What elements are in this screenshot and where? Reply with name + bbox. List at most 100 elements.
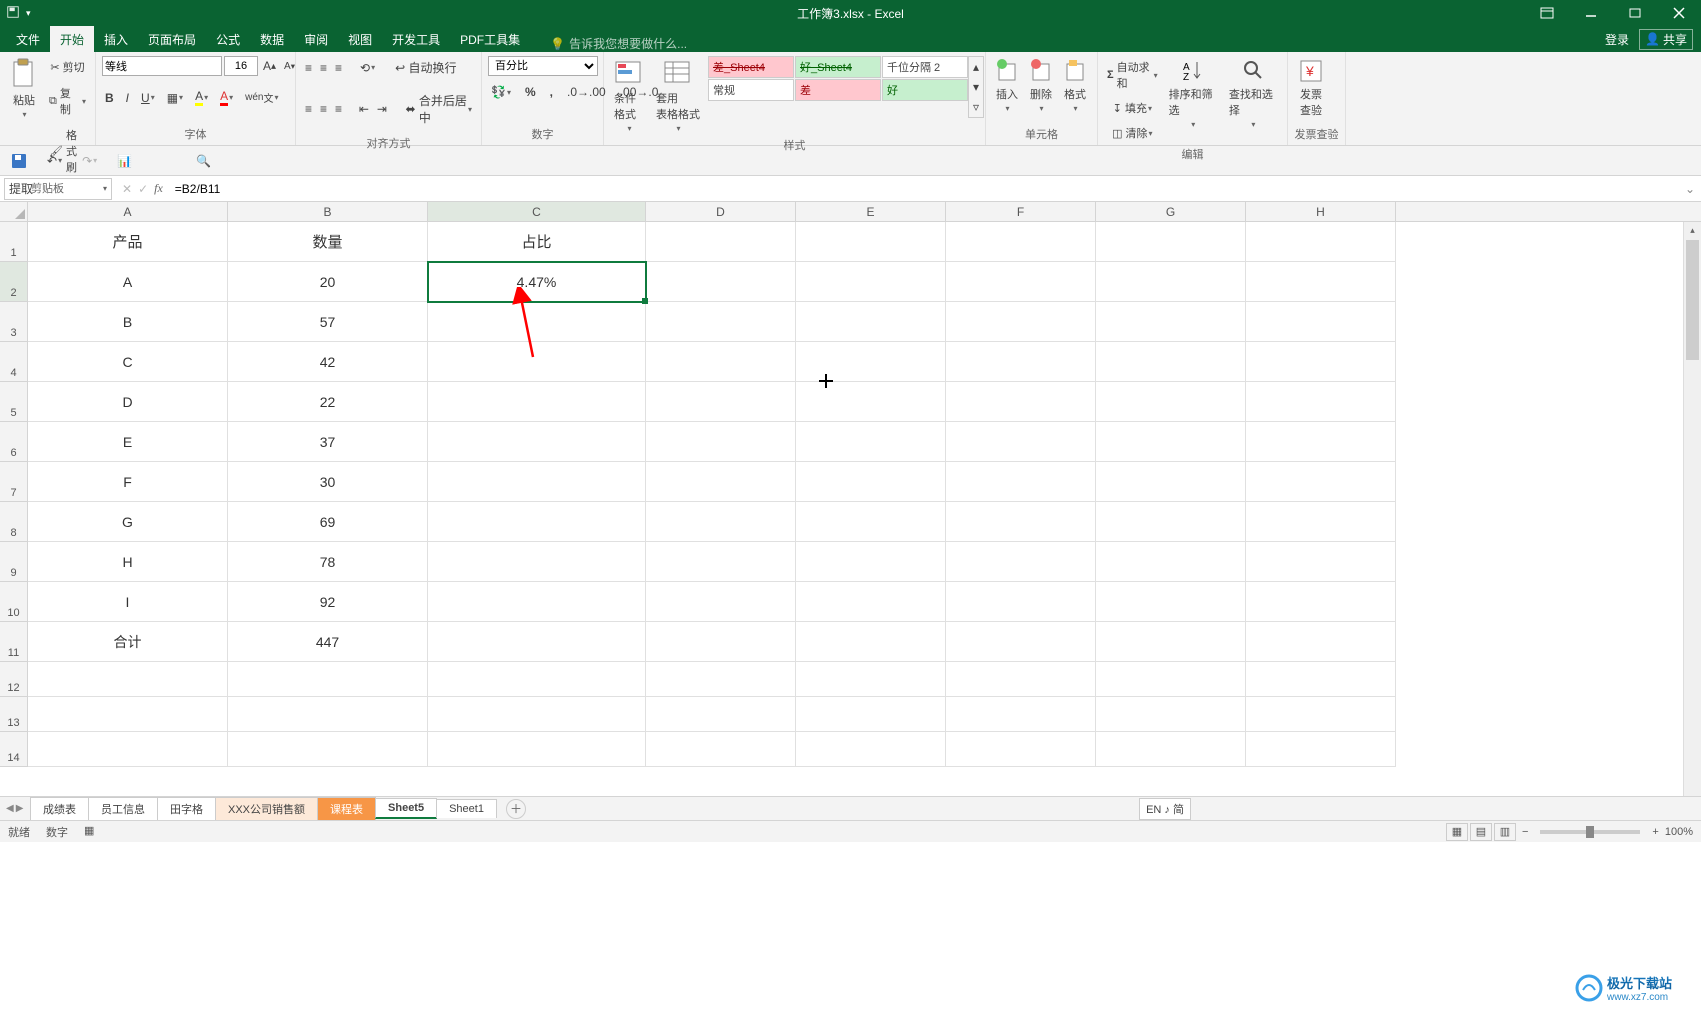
cell[interactable]: [428, 697, 646, 732]
cell[interactable]: [796, 382, 946, 422]
style-good-sheet4[interactable]: 好_Sheet4: [795, 56, 881, 78]
cell[interactable]: [1246, 502, 1396, 542]
cell[interactable]: [1096, 697, 1246, 732]
copy-button[interactable]: ⧉ 复制▾: [46, 82, 89, 120]
tab-insert[interactable]: 插入: [94, 26, 138, 52]
cell[interactable]: [428, 462, 646, 502]
conditional-format-button[interactable]: 条件格式▾: [610, 56, 648, 135]
cell[interactable]: [28, 697, 228, 732]
zoom-in-button[interactable]: +: [1652, 826, 1658, 838]
cell[interactable]: 42: [228, 342, 428, 382]
merge-center-button[interactable]: ⬌ 合并后居中▾: [402, 89, 475, 129]
cell[interactable]: 数量: [228, 222, 428, 262]
scroll-up-icon[interactable]: ▴: [1684, 222, 1701, 238]
delete-cells-button[interactable]: 删除▾: [1026, 56, 1056, 115]
cell[interactable]: F: [28, 462, 228, 502]
cell[interactable]: [796, 542, 946, 582]
cell[interactable]: D: [28, 382, 228, 422]
align-left-button[interactable]: ≡: [302, 89, 315, 129]
minimize-icon[interactable]: [1569, 0, 1613, 26]
cell[interactable]: 78: [228, 542, 428, 582]
cell[interactable]: G: [28, 502, 228, 542]
cell[interactable]: [646, 622, 796, 662]
style-bad[interactable]: 差: [795, 79, 881, 101]
cell[interactable]: [646, 222, 796, 262]
cell[interactable]: [1246, 542, 1396, 582]
cell[interactable]: 20: [228, 262, 428, 302]
cell[interactable]: [1096, 302, 1246, 342]
fx-icon[interactable]: fx: [154, 181, 163, 196]
cell[interactable]: [1096, 732, 1246, 767]
phonetic-button[interactable]: wén文▾: [242, 86, 281, 109]
cell[interactable]: 合计: [28, 622, 228, 662]
zoom-level[interactable]: 100%: [1665, 826, 1693, 838]
column-header[interactable]: H: [1246, 202, 1396, 221]
row-header[interactable]: 6: [0, 422, 28, 462]
zoom-out-button[interactable]: −: [1522, 826, 1528, 838]
cell[interactable]: E: [28, 422, 228, 462]
select-all-corner[interactable]: [0, 202, 28, 221]
cell[interactable]: [428, 342, 646, 382]
enter-formula-icon[interactable]: ✓: [138, 182, 148, 196]
cell[interactable]: 37: [228, 422, 428, 462]
increase-font-button[interactable]: A▴: [260, 56, 279, 76]
percent-button[interactable]: %: [522, 82, 539, 102]
normal-view-button[interactable]: ▦: [1446, 823, 1468, 841]
cell[interactable]: [1246, 302, 1396, 342]
row-header[interactable]: 11: [0, 622, 28, 662]
cell[interactable]: H: [28, 542, 228, 582]
cell[interactable]: [228, 662, 428, 697]
cell[interactable]: [428, 732, 646, 767]
sheet-nav-next-icon[interactable]: ▶: [16, 803, 24, 814]
column-header[interactable]: F: [946, 202, 1096, 221]
cell[interactable]: [946, 262, 1096, 302]
ribbon-display-icon[interactable]: [1525, 0, 1569, 26]
cell[interactable]: [946, 222, 1096, 262]
cell[interactable]: [428, 662, 646, 697]
italic-button[interactable]: I: [123, 86, 132, 109]
sheet-tab[interactable]: 田字格: [157, 797, 216, 820]
cell[interactable]: [646, 542, 796, 582]
row-header[interactable]: 13: [0, 697, 28, 732]
cell[interactable]: [646, 582, 796, 622]
cell[interactable]: [1096, 422, 1246, 462]
sheet-tab[interactable]: XXX公司销售额: [215, 797, 318, 820]
tab-layout[interactable]: 页面布局: [138, 26, 206, 52]
fill-color-button[interactable]: A▾: [192, 86, 211, 109]
cell[interactable]: [1096, 582, 1246, 622]
paste-button[interactable]: 粘贴▾: [6, 56, 42, 121]
cell[interactable]: [1246, 262, 1396, 302]
cell[interactable]: [946, 462, 1096, 502]
format-cells-button[interactable]: 格式▾: [1060, 56, 1090, 115]
cell[interactable]: [946, 662, 1096, 697]
cell[interactable]: [1096, 222, 1246, 262]
cell[interactable]: [946, 342, 1096, 382]
cell[interactable]: C: [28, 342, 228, 382]
align-top-button[interactable]: ≡: [302, 56, 315, 79]
cell[interactable]: [796, 622, 946, 662]
cell[interactable]: [946, 582, 1096, 622]
cell[interactable]: [796, 502, 946, 542]
cell[interactable]: I: [28, 582, 228, 622]
sheet-tab[interactable]: 员工信息: [88, 797, 158, 820]
row-header[interactable]: 2: [0, 262, 28, 302]
cell[interactable]: [1246, 622, 1396, 662]
cell[interactable]: [796, 732, 946, 767]
cell[interactable]: [1096, 622, 1246, 662]
clear-button[interactable]: ◫ 清除▾: [1104, 122, 1161, 144]
tab-formulas[interactable]: 公式: [206, 26, 250, 52]
qat-chart-button[interactable]: 📊: [114, 151, 135, 171]
insert-cells-button[interactable]: 插入▾: [992, 56, 1022, 115]
sheet-nav-prev-icon[interactable]: ◀: [6, 803, 14, 814]
cell[interactable]: [428, 422, 646, 462]
row-header[interactable]: 10: [0, 582, 28, 622]
cell[interactable]: B: [28, 302, 228, 342]
gallery-more-icon[interactable]: ▿: [969, 97, 983, 117]
fill-button[interactable]: ↧ 填充▾: [1104, 97, 1161, 119]
cell[interactable]: 30: [228, 462, 428, 502]
cell[interactable]: [946, 732, 1096, 767]
cell[interactable]: [646, 342, 796, 382]
vertical-scrollbar[interactable]: ▴ ▾: [1683, 222, 1701, 814]
autosum-button[interactable]: Σ 自动求和▾: [1104, 56, 1161, 94]
macro-record-icon[interactable]: ▦: [84, 824, 94, 840]
